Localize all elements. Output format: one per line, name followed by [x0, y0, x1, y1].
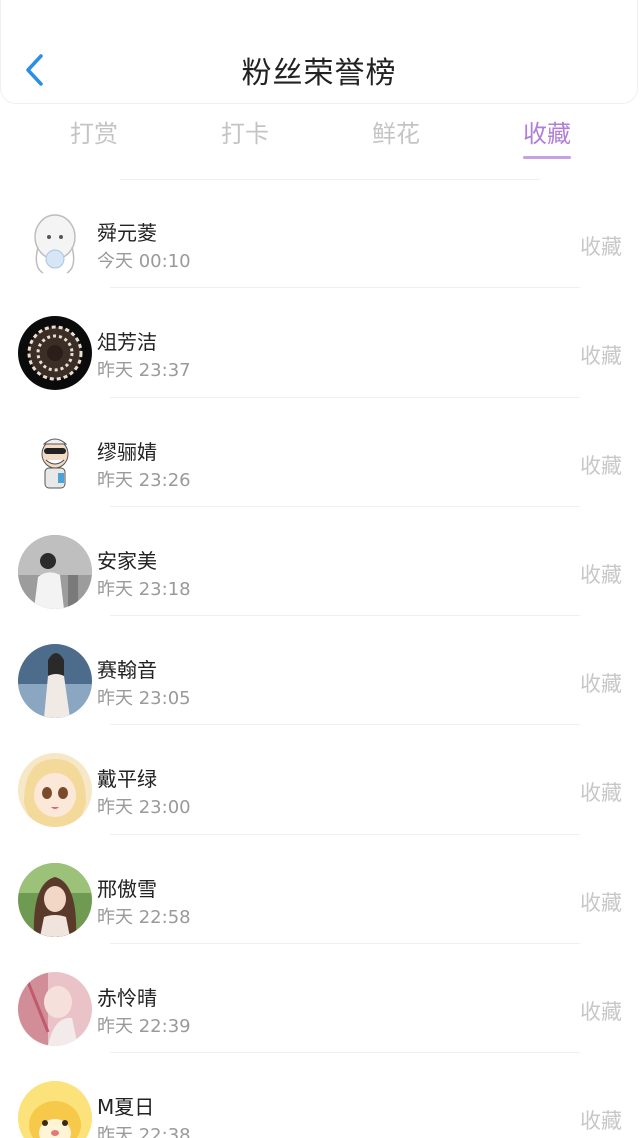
fan-time: 昨天 23:00 — [97, 797, 191, 819]
fan-name: 邢傲雪 — [97, 876, 157, 901]
yellow-cartoon-avatar-icon — [18, 1081, 92, 1138]
tab-checkin[interactable]: 打卡 — [221, 114, 269, 149]
mandala-avatar-icon — [18, 316, 92, 391]
favorite-label: 收藏 — [580, 890, 622, 915]
anime-girl-avatar-icon — [18, 753, 92, 828]
pink-photo-avatar-icon — [18, 972, 92, 1047]
avatar — [18, 862, 92, 937]
fan-name: 缪骊婧 — [97, 439, 157, 464]
avatar — [18, 207, 92, 281]
fan-name: 赛翰音 — [97, 658, 157, 683]
active-tab-indicator — [523, 156, 571, 159]
fan-name: 安家美 — [97, 548, 157, 573]
list-item[interactable]: 安家美 昨天 23:18 收藏 — [0, 507, 640, 617]
avatar — [18, 972, 92, 1047]
avatar — [18, 316, 92, 391]
fan-name: 舜元菱 — [97, 221, 157, 245]
favorite-label: 收藏 — [580, 1000, 622, 1025]
favorite-label: 收藏 — [580, 672, 622, 697]
list-item[interactable]: 舜元菱 今天 00:10 收藏 — [0, 179, 640, 289]
favorite-label: 收藏 — [580, 1109, 622, 1134]
screen: 粉丝荣誉榜 打赏 打卡 鲜花 收藏 舜元菱 今天 00:10 收藏 俎芳洁 昨天… — [0, 0, 640, 1138]
favorite-label: 收藏 — [580, 781, 622, 806]
tab-bar: 打赏 打卡 鲜花 收藏 — [0, 104, 640, 164]
cartoon-girl-avatar-icon — [18, 207, 92, 281]
fan-time: 昨天 23:05 — [97, 688, 191, 710]
tab-favorites[interactable]: 收藏 — [523, 114, 571, 149]
avatar — [18, 425, 92, 500]
photo-woman-avatar-icon — [18, 644, 92, 719]
photo-person-avatar-icon — [18, 534, 92, 609]
fan-list: 舜元菱 今天 00:10 收藏 俎芳洁 昨天 23:37 收藏 缪骊婧 昨天 2… — [0, 179, 640, 1138]
list-item[interactable]: 邢傲雪 昨天 22:58 收藏 — [0, 835, 640, 945]
fan-name: 俎芳洁 — [97, 330, 157, 355]
favorite-label: 收藏 — [580, 562, 622, 587]
fan-time: 昨天 22:39 — [97, 1016, 191, 1038]
fan-time: 今天 00:10 — [97, 251, 191, 272]
page-title: 粉丝荣誉榜 — [241, 56, 397, 91]
fan-name: 戴平绿 — [97, 767, 157, 792]
list-item[interactable]: 赤怜晴 昨天 22:39 收藏 — [0, 944, 640, 1054]
tab-flowers[interactable]: 鲜花 — [372, 114, 420, 149]
list-item[interactable]: 赛翰音 昨天 23:05 收藏 — [0, 616, 640, 726]
cartoon-character-avatar-icon — [18, 425, 92, 500]
avatar — [18, 1081, 92, 1138]
list-item[interactable]: 缪骊婧 昨天 23:26 收藏 — [0, 398, 640, 507]
avatar — [18, 753, 92, 828]
fan-name: 赤怜晴 — [97, 986, 157, 1011]
fan-time: 昨天 22:38 — [97, 1125, 191, 1138]
tab-reward[interactable]: 打赏 — [70, 114, 118, 149]
list-item[interactable]: 戴平绿 昨天 23:00 收藏 — [0, 725, 640, 835]
fan-time: 昨天 23:37 — [97, 360, 191, 382]
fan-time: 昨天 23:18 — [97, 578, 191, 600]
fan-name: M夏日 — [97, 1095, 155, 1120]
header: 粉丝荣誉榜 — [0, 0, 638, 104]
photo-girl-avatar-icon — [18, 862, 92, 937]
fan-time: 昨天 23:26 — [97, 469, 191, 491]
favorite-label: 收藏 — [580, 344, 622, 369]
fan-time: 昨天 22:58 — [97, 906, 191, 928]
list-item[interactable]: 俎芳洁 昨天 23:37 收藏 — [0, 288, 640, 398]
list-item[interactable]: M夏日 昨天 22:38 收藏 — [0, 1053, 640, 1138]
favorite-label: 收藏 — [580, 235, 622, 259]
favorite-label: 收藏 — [580, 453, 622, 478]
avatar — [18, 534, 92, 609]
avatar — [18, 644, 92, 719]
